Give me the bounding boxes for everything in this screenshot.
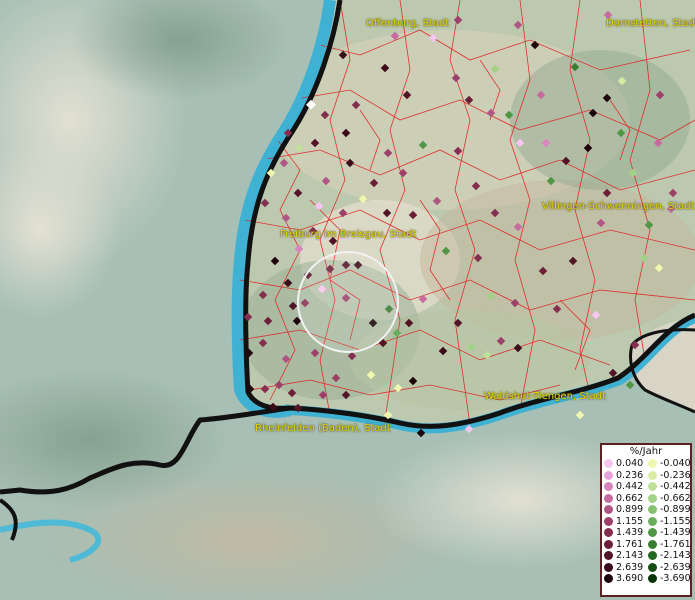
legend-swatch [648, 482, 657, 492]
selection-ring[interactable] [297, 251, 399, 353]
legend-entry: -3.690 [646, 573, 691, 585]
legend-entry: 0.899 [602, 504, 646, 516]
legend-value: -0.662 [660, 492, 691, 504]
city-label-rheinfelden[interactable]: Rheinfelden (Baden), Stadt [255, 423, 391, 434]
legend-swatch [604, 551, 613, 561]
legend-entry: 0.040 [602, 458, 646, 470]
legend-row: 1.155 -1.155 [602, 515, 691, 528]
legend-entry: -0.236 [646, 469, 691, 482]
legend-swatch [648, 493, 657, 503]
legend-value: 2.143 [616, 550, 644, 561]
city-label-offenburg[interactable]: Offenburg, Stadt [366, 18, 449, 29]
city-label-waldshut-tiengen[interactable]: Waldshut-Tiengen, Stadt [484, 391, 606, 402]
legend-value: -1.439 [660, 527, 691, 538]
legend-value: -1.761 [660, 538, 691, 550]
legend-swatch [648, 574, 657, 584]
legend-value: -0.442 [660, 481, 691, 492]
legend-swatch [648, 516, 657, 526]
legend-value: -3.690 [660, 573, 691, 584]
legend-swatch [604, 505, 613, 515]
legend-entry: 2.143 [602, 550, 646, 562]
legend-swatch [648, 505, 657, 515]
legend: %/Jahr 0.040 -0.040 0.236 -0.236 0.442 -0.442… [600, 443, 692, 597]
legend-entry: -2.143 [646, 550, 691, 562]
legend-swatch [648, 470, 657, 480]
legend-swatch [648, 528, 657, 538]
legend-entry: -0.662 [646, 492, 691, 505]
legend-value: -2.143 [660, 550, 691, 561]
legend-entry: 0.236 [602, 470, 646, 482]
legend-value: 0.442 [616, 481, 644, 492]
legend-value: -2.639 [660, 561, 691, 573]
legend-row: 0.236 -0.236 [602, 469, 691, 482]
legend-swatch [648, 551, 657, 561]
legend-row: 2.639 -2.639 [602, 561, 691, 574]
legend-value: -0.236 [660, 469, 691, 481]
legend-title: %/Jahr [629, 446, 663, 457]
legend-value: 0.236 [616, 469, 644, 481]
legend-entry: 0.662 [602, 493, 646, 505]
legend-swatch [604, 470, 613, 480]
legend-value: 2.639 [616, 561, 644, 573]
legend-value: 0.899 [616, 504, 644, 515]
legend-row: 0.662 -0.662 [602, 492, 691, 505]
city-label-dornstetten[interactable]: Dornstetten, Stadt [606, 18, 695, 29]
legend-value: 1.155 [616, 515, 644, 527]
legend-entry: -0.899 [646, 504, 691, 516]
legend-entry: 1.439 [602, 527, 646, 539]
legend-entry: -0.442 [646, 481, 691, 493]
legend-swatch [604, 459, 613, 469]
legend-swatch [604, 482, 613, 492]
legend-swatch [604, 493, 613, 503]
legend-value: 0.040 [616, 458, 644, 469]
legend-row: 2.143 -2.143 [602, 550, 691, 562]
legend-value: -1.155 [660, 515, 691, 527]
legend-row: 1.439 -1.439 [602, 527, 691, 539]
map-view[interactable]: Offenburg, Stadt Dornstetten, Stadt Vill… [0, 0, 695, 600]
city-label-villingen-schwenningen[interactable]: Villingen-Schwenningen, Stadt [542, 201, 695, 212]
map-base [0, 0, 695, 600]
legend-entry: -1.155 [646, 515, 691, 528]
legend-value: -0.040 [660, 458, 691, 469]
legend-swatch [604, 528, 613, 538]
legend-rows: 0.040 -0.040 0.236 -0.236 0.442 -0.442 0.662 -0… [602, 458, 691, 585]
legend-value: 1.761 [616, 538, 644, 550]
legend-swatch [648, 539, 657, 549]
legend-row: 3.690 -3.690 [602, 573, 691, 585]
legend-row: 0.442 -0.442 [602, 481, 691, 493]
legend-row: 1.761 -1.761 [602, 538, 691, 551]
legend-value: 1.439 [616, 527, 644, 538]
legend-value: 3.690 [616, 573, 644, 584]
legend-entry: 0.442 [602, 481, 646, 493]
legend-swatch [648, 459, 657, 469]
legend-entry: -1.761 [646, 538, 691, 551]
legend-row: 0.899 -0.899 [602, 504, 691, 516]
legend-swatch [604, 574, 613, 584]
legend-swatch [604, 516, 613, 526]
legend-entry: 1.761 [602, 539, 646, 551]
legend-swatch [604, 539, 613, 549]
city-label-freiburg[interactable]: Freiburg im Breisgau, Stadt [280, 229, 416, 240]
legend-value: -0.899 [660, 504, 691, 515]
legend-swatch [648, 562, 657, 572]
legend-entry: -2.639 [646, 561, 691, 574]
legend-value: 0.662 [616, 492, 644, 504]
legend-entry: -1.439 [646, 527, 691, 539]
legend-row: 0.040 -0.040 [602, 458, 691, 470]
legend-entry: 3.690 [602, 573, 646, 585]
legend-entry: -0.040 [646, 458, 691, 470]
legend-swatch [604, 562, 613, 572]
legend-entry: 2.639 [602, 562, 646, 574]
legend-entry: 1.155 [602, 516, 646, 528]
